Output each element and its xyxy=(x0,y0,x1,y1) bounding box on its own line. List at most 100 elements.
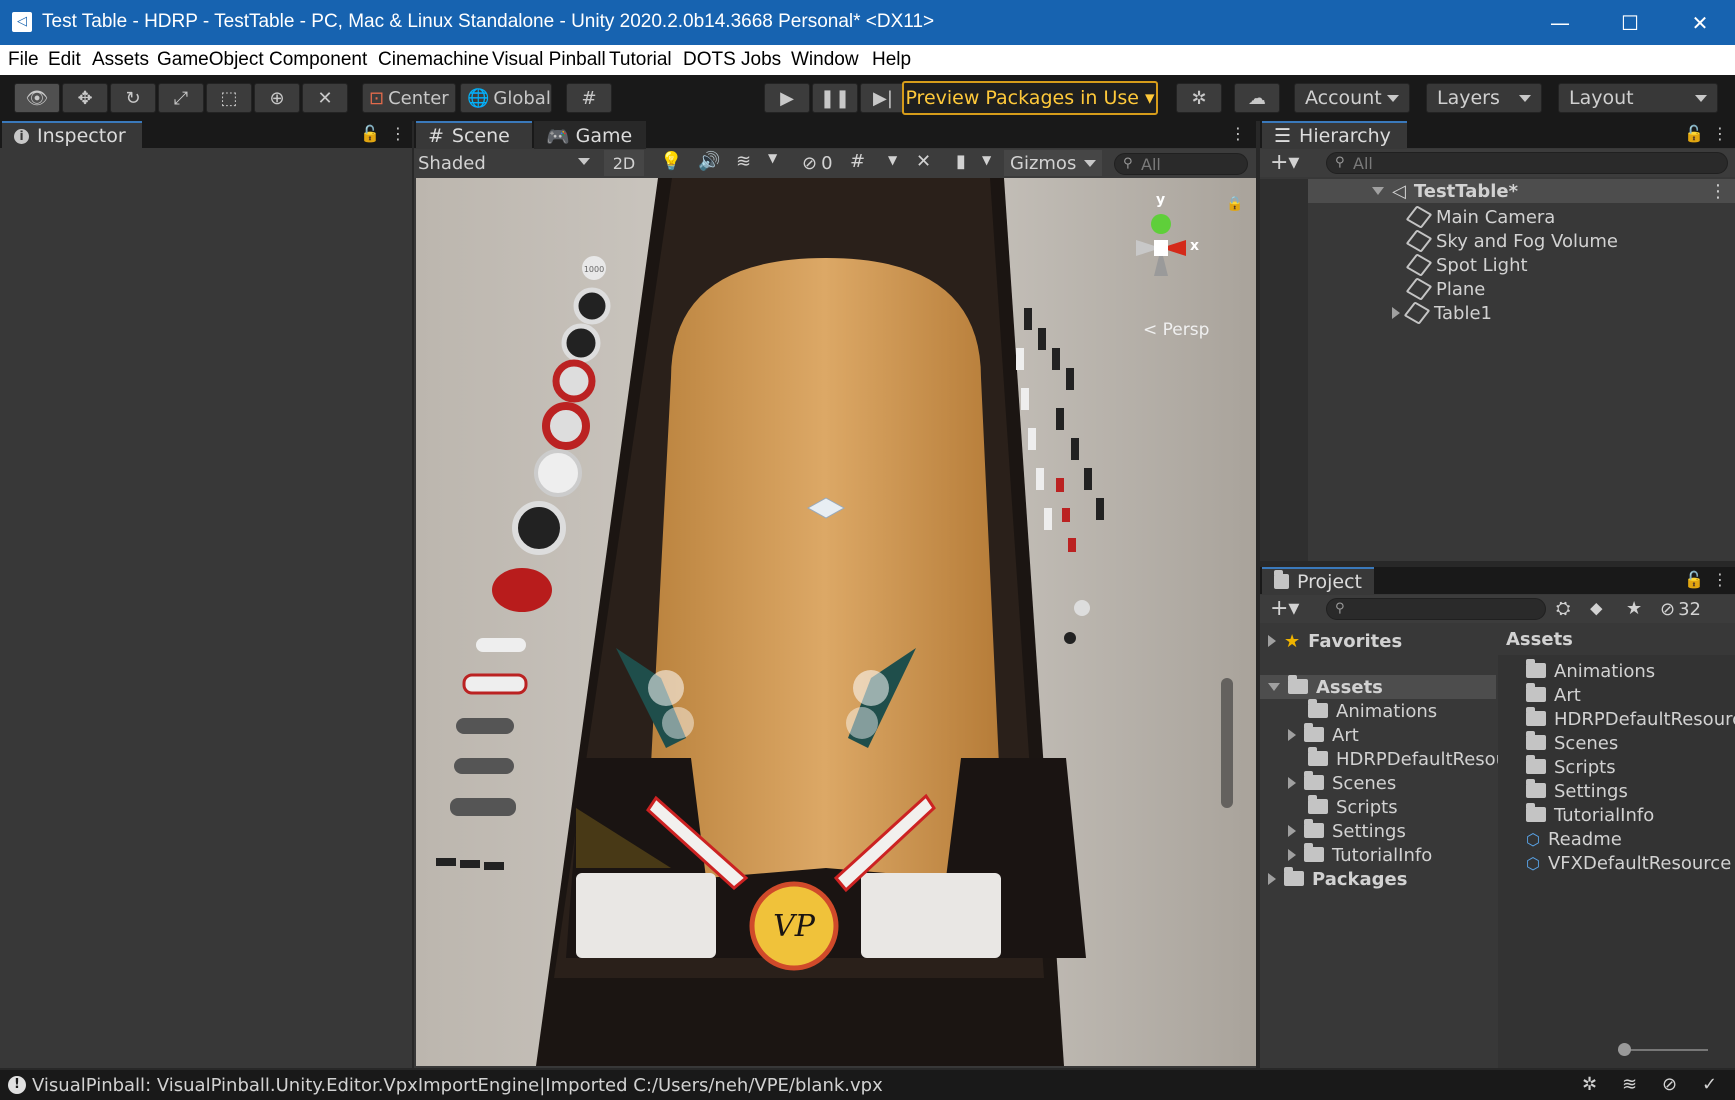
menu-cinemachine[interactable]: Cinemachine xyxy=(378,49,489,71)
menu-window[interactable]: Window xyxy=(791,49,859,71)
expand-arrow-icon[interactable] xyxy=(1268,873,1276,885)
menu-file[interactable]: File xyxy=(8,49,39,71)
project-search-input[interactable]: ⚲ xyxy=(1326,598,1546,620)
more-options-icon[interactable]: ⋮ xyxy=(390,124,406,143)
expand-arrow-icon[interactable] xyxy=(1288,849,1296,861)
move-tool-button[interactable]: ✥ xyxy=(62,83,108,113)
tab-project[interactable]: Project xyxy=(1262,567,1374,595)
icon-size-slider[interactable] xyxy=(1618,1043,1708,1056)
slider-handle[interactable] xyxy=(1618,1043,1631,1056)
hierarchy-item-spot-light[interactable]: Spot Light xyxy=(1405,253,1528,277)
tree-item-animations[interactable]: Animations xyxy=(1308,698,1437,723)
services-button[interactable]: ✲ xyxy=(1176,83,1222,113)
layers-dropdown[interactable]: Layers xyxy=(1426,83,1542,113)
expand-arrow-icon[interactable] xyxy=(1392,307,1400,319)
view-tool-button[interactable]: 👁 xyxy=(14,83,60,113)
hierarchy-item-table1[interactable]: Table1 xyxy=(1392,301,1492,325)
menu-dots[interactable]: DOTS xyxy=(683,49,736,71)
create-button[interactable]: +▾ xyxy=(1270,150,1299,175)
asset-item-scenes[interactable]: Scenes xyxy=(1526,730,1618,755)
layout-dropdown[interactable]: Layout xyxy=(1558,83,1718,113)
chevron-down-icon[interactable]: ▼ xyxy=(768,151,777,165)
tab-inspector[interactable]: i Inspector xyxy=(2,121,142,149)
more-options-icon[interactable]: ⋮ xyxy=(1712,570,1728,589)
gizmo-lock-icon[interactable]: 🔒 xyxy=(1226,196,1243,212)
debug-icon[interactable]: ✲ xyxy=(1582,1074,1597,1095)
scene-search-input[interactable]: ⚲ All xyxy=(1114,153,1248,175)
status-message[interactable]: VisualPinball: VisualPinball.Unity.Edito… xyxy=(32,1075,883,1096)
tree-item-hdrp[interactable]: HDRPDefaultResou xyxy=(1308,746,1507,771)
custom-tool-button[interactable]: ✕ xyxy=(302,83,348,113)
expand-arrow-icon[interactable] xyxy=(1268,683,1280,691)
tab-scene[interactable]: # Scene xyxy=(416,121,532,149)
lock-icon[interactable]: 🔓 xyxy=(1684,124,1704,143)
expand-arrow-icon[interactable] xyxy=(1288,825,1296,837)
orientation-gizmo[interactable]: y x xyxy=(1106,192,1216,291)
menu-component[interactable]: Component xyxy=(269,49,367,71)
menu-help[interactable]: Help xyxy=(872,49,911,71)
chevron-down-icon[interactable]: ▼ xyxy=(888,153,897,167)
favorites-star-icon[interactable]: ★ xyxy=(1626,598,1642,619)
asset-item-tutorialinfo[interactable]: TutorialInfo xyxy=(1526,802,1654,827)
asset-item-scripts[interactable]: Scripts xyxy=(1526,754,1616,779)
hierarchy-item-plane[interactable]: Plane xyxy=(1405,277,1485,301)
asset-item-hdrp[interactable]: HDRPDefaultResourc xyxy=(1526,706,1735,731)
more-options-icon[interactable]: ⋮ xyxy=(1712,124,1728,143)
effects-toggle-icon[interactable]: ≋ xyxy=(736,151,751,172)
maximize-button[interactable]: ☐ xyxy=(1595,0,1665,45)
tree-item-tutorialinfo[interactable]: TutorialInfo xyxy=(1288,842,1432,867)
tree-item-scenes[interactable]: Scenes xyxy=(1288,770,1396,795)
grid-icon[interactable]: # xyxy=(850,151,865,172)
scale-tool-button[interactable]: ⤢ xyxy=(158,83,204,113)
hierarchy-item-main-camera[interactable]: Main Camera xyxy=(1405,205,1555,229)
persp-toggle[interactable]: < Persp xyxy=(1143,320,1209,340)
menu-jobs[interactable]: Jobs xyxy=(741,49,781,71)
chevron-down-icon[interactable]: ▼ xyxy=(982,153,991,167)
hidden-objects-toggle[interactable]: ⊘ 0 xyxy=(802,150,833,176)
tree-item-scripts[interactable]: Scripts xyxy=(1308,794,1398,819)
tree-item-art[interactable]: Art xyxy=(1288,722,1359,747)
menu-assets[interactable]: Assets xyxy=(92,49,149,71)
asset-item-settings[interactable]: Settings xyxy=(1526,778,1628,803)
layers-icon[interactable]: ≋ xyxy=(1622,1074,1637,1095)
more-options-icon[interactable]: ⋮ xyxy=(1230,124,1246,143)
menu-gameobject[interactable]: GameObject xyxy=(157,49,264,71)
expand-arrow-icon[interactable] xyxy=(1372,187,1384,195)
packages-row[interactable]: Packages xyxy=(1268,866,1407,891)
snap-grid-button[interactable]: # xyxy=(566,83,612,113)
rotate-tool-button[interactable]: ↻ xyxy=(110,83,156,113)
asset-item-readme[interactable]: ⬡ Readme xyxy=(1526,827,1622,851)
pause-button[interactable]: ❚❚ xyxy=(812,83,858,113)
tree-item-settings[interactable]: Settings xyxy=(1288,818,1406,843)
check-icon[interactable]: ✓ xyxy=(1702,1074,1717,1095)
expand-arrow-icon[interactable] xyxy=(1288,777,1296,789)
create-button[interactable]: +▾ xyxy=(1270,596,1299,621)
play-button[interactable]: ▶ xyxy=(764,83,810,113)
gizmos-dropdown[interactable]: Gizmos xyxy=(1004,150,1102,176)
pivot-center-button[interactable]: ⊡ Center xyxy=(362,83,456,113)
2d-toggle[interactable]: 2D xyxy=(604,150,644,176)
lock-icon[interactable]: 🔓 xyxy=(1684,570,1704,589)
pivot-global-button[interactable]: 🌐 Global xyxy=(460,83,552,113)
camera-icon[interactable]: ▮ xyxy=(956,151,966,172)
preview-packages-button[interactable]: Preview Packages in Use ▾ xyxy=(902,81,1158,115)
lighting-toggle-icon[interactable]: 💡 xyxy=(660,151,682,172)
assets-root-row[interactable]: Assets xyxy=(1260,674,1496,699)
expand-arrow-icon[interactable] xyxy=(1268,635,1276,647)
audio-toggle-icon[interactable]: 🔊 xyxy=(698,151,720,172)
transform-tool-button[interactable]: ⊕ xyxy=(254,83,300,113)
step-button[interactable]: ▶| xyxy=(860,83,906,113)
filter-by-type-icon[interactable]: ⛭ xyxy=(1556,598,1570,619)
cloud-button[interactable]: ☁ xyxy=(1234,83,1280,113)
menu-tutorial[interactable]: Tutorial xyxy=(609,49,672,71)
expand-arrow-icon[interactable] xyxy=(1288,729,1296,741)
asset-item-art[interactable]: Art xyxy=(1526,682,1581,707)
asset-item-vfx[interactable]: ⬡ VFXDefaultResource xyxy=(1526,851,1731,875)
hierarchy-item-sky-fog[interactable]: Sky and Fog Volume xyxy=(1405,229,1618,253)
filter-by-label-icon[interactable]: ⬥ xyxy=(1590,598,1603,619)
close-button[interactable]: ✕ xyxy=(1665,0,1735,45)
hierarchy-search-input[interactable]: ⚲ All xyxy=(1326,152,1728,174)
hidden-packages-toggle[interactable]: ⊘ 32 xyxy=(1660,598,1701,620)
rect-tool-button[interactable]: ⬚ xyxy=(206,83,252,113)
menu-visual-pinball[interactable]: Visual Pinball xyxy=(492,49,606,71)
